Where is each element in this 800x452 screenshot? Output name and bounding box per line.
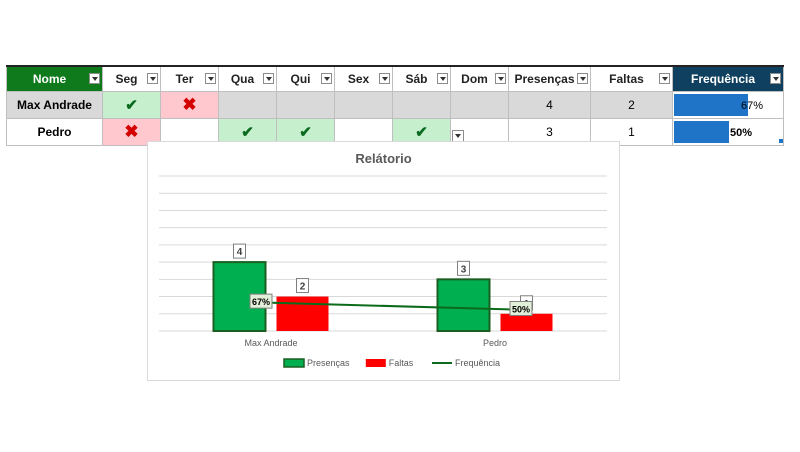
cell-name[interactable]: Pedro xyxy=(6,118,103,146)
check-icon: ✔ xyxy=(125,97,138,114)
category-label: Max Andrade xyxy=(244,338,297,348)
header-seg: Seg xyxy=(102,65,161,92)
filter-dropdown-icon[interactable] xyxy=(577,73,588,84)
legend-swatch xyxy=(365,359,386,367)
filter-dropdown-icon[interactable] xyxy=(89,73,100,84)
report-chart[interactable]: Relátorio42Max Andrade31Pedro67%50%Prese… xyxy=(147,141,620,381)
check-icon: ✔ xyxy=(241,124,254,141)
filter-dropdown-icon[interactable] xyxy=(205,73,216,84)
legend-entry: Faltas xyxy=(389,358,414,368)
frequency-databar xyxy=(674,121,729,143)
filter-dropdown-icon[interactable] xyxy=(379,73,390,84)
filter-dropdown-icon[interactable] xyxy=(437,73,448,84)
frequencia-label: 50% xyxy=(512,304,530,314)
table-row: Max Andrade ✔ ✖ 4 2 67% xyxy=(6,91,784,119)
legend-entry: Frequência xyxy=(455,358,500,368)
cell-presencas[interactable]: 4 xyxy=(508,91,591,119)
header-nome: Nome xyxy=(6,65,103,92)
data-label: 3 xyxy=(461,264,467,275)
table-resize-handle[interactable] xyxy=(779,139,783,143)
header-sex: Sex xyxy=(334,65,393,92)
legend-swatch xyxy=(283,358,305,368)
cell-dom[interactable] xyxy=(450,91,509,119)
cell-qua[interactable] xyxy=(218,91,277,119)
filter-dropdown-icon[interactable] xyxy=(495,73,506,84)
cell-sex[interactable] xyxy=(334,91,393,119)
frequency-databar xyxy=(674,94,748,116)
header-presencas: Presenças xyxy=(508,65,591,92)
cell-name[interactable]: Max Andrade xyxy=(6,91,103,119)
bar-presencas xyxy=(436,278,491,332)
attendance-table: Nome Seg Ter Qua Qui Sex Sáb Dom Presenç… xyxy=(6,65,784,146)
header-qua: Qua xyxy=(218,65,277,92)
cell-qui[interactable] xyxy=(276,91,335,119)
cross-icon: ✖ xyxy=(124,122,139,141)
header-qui: Qui xyxy=(276,65,335,92)
bar-faltas xyxy=(500,313,553,331)
category-label: Pedro xyxy=(483,338,507,348)
bar-faltas xyxy=(276,296,329,331)
filter-dropdown-icon[interactable] xyxy=(147,73,158,84)
header-faltas: Faltas xyxy=(590,65,673,92)
table-header-row: Nome Seg Ter Qua Qui Sex Sáb Dom Presenç… xyxy=(6,65,784,92)
header-frequencia: Frequência xyxy=(672,65,784,92)
check-icon: ✔ xyxy=(299,124,312,141)
filter-dropdown-icon[interactable] xyxy=(659,73,670,84)
cell-sab[interactable] xyxy=(392,91,451,119)
filter-dropdown-icon[interactable] xyxy=(263,73,274,84)
header-sab: Sáb xyxy=(392,65,451,92)
cross-icon: ✖ xyxy=(182,95,197,114)
cell-frequencia[interactable]: 67% xyxy=(672,91,784,119)
chart-svg: Relátorio42Max Andrade31Pedro67%50%Prese… xyxy=(159,151,607,368)
filter-dropdown-icon[interactable] xyxy=(321,73,332,84)
legend-entry: Presenças xyxy=(307,358,350,368)
cell-ter[interactable]: ✖ xyxy=(160,91,219,119)
chart-title: Relátorio xyxy=(355,151,411,166)
data-label: 4 xyxy=(237,247,243,258)
frequencia-label: 67% xyxy=(252,297,270,307)
header-dom: Dom xyxy=(450,65,509,92)
header-ter: Ter xyxy=(160,65,219,92)
filter-dropdown-icon[interactable] xyxy=(770,73,781,84)
cell-faltas[interactable]: 2 xyxy=(590,91,673,119)
data-label: 2 xyxy=(300,282,306,293)
cell-seg[interactable]: ✔ xyxy=(102,91,161,119)
check-icon: ✔ xyxy=(415,124,428,141)
cell-frequencia[interactable]: 50% xyxy=(672,118,784,146)
